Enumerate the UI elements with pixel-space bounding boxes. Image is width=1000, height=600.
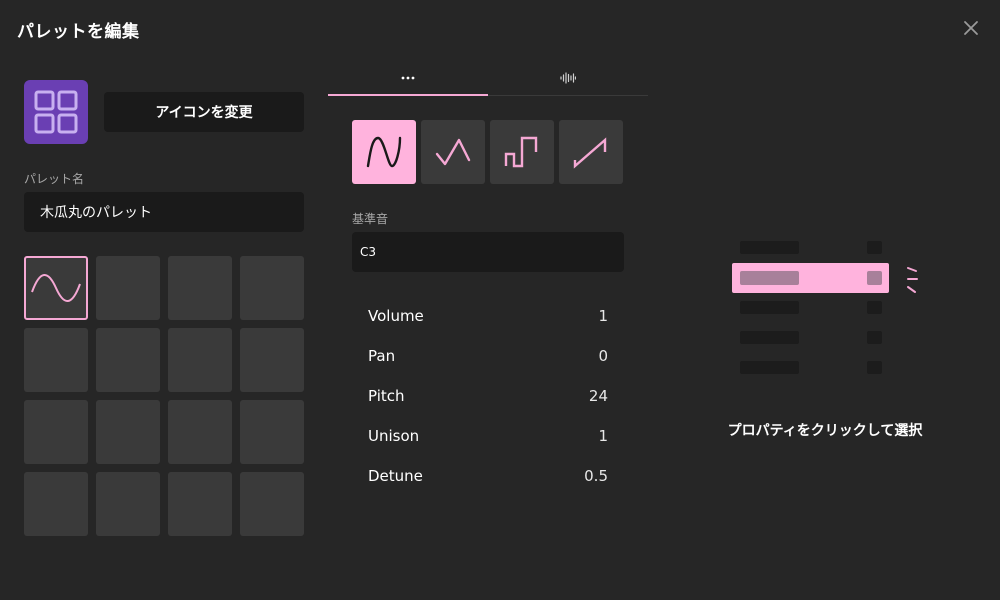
slot-item[interactable] [24,328,88,392]
palette-name-input[interactable]: 木瓜丸のパレット [24,192,304,232]
property-name: Volume [368,307,424,325]
property-name: Detune [368,467,423,485]
slot-item[interactable] [168,472,232,536]
dialog-title: パレットを編集 [17,22,140,42]
sawtooth-wave-button[interactable] [559,120,623,184]
property-name: Pitch [368,387,405,405]
triangle-wave-icon [435,138,471,166]
property-row-pitch[interactable]: Pitch 24 [352,376,624,416]
change-icon-button[interactable]: アイコンを変更 [104,92,304,132]
slot-item[interactable] [168,400,232,464]
property-value: 1 [598,427,608,445]
tab-properties[interactable] [328,60,488,96]
select-property-hint: プロパティをクリックして選択 [727,423,923,439]
property-row-unison[interactable]: Unison 1 [352,416,624,456]
property-name: Pan [368,347,396,365]
waveform-icon [560,71,576,84]
sine-wave-button[interactable] [352,120,416,184]
property-list: Volume 1 Pan 0 Pitch 24 Unison 1 Detune … [352,296,624,496]
property-row-volume[interactable]: Volume 1 [352,296,624,336]
square-wave-button[interactable] [490,120,554,184]
slot-item[interactable] [168,256,232,320]
slot-item-active[interactable] [24,256,88,320]
slot-item[interactable] [96,400,160,464]
square-wave-icon [504,136,538,168]
sine-wave-icon [366,136,402,168]
slot-item[interactable] [240,472,304,536]
waveform-selector [352,120,623,184]
slot-item[interactable] [168,328,232,392]
tab-bar [328,60,648,96]
palette-name-label: パレット名 [24,172,85,186]
grid-icon [34,90,78,134]
sine-wave-icon [31,274,81,302]
select-property-illustration [732,241,918,374]
slot-grid [24,256,304,536]
property-value: 0 [598,347,608,365]
more-dots-icon [401,76,415,79]
property-value: 0.5 [584,467,608,485]
slot-item[interactable] [96,256,160,320]
slot-item[interactable] [240,400,304,464]
palette-icon-tile[interactable] [24,80,88,144]
property-row-detune[interactable]: Detune 0.5 [352,456,624,496]
base-pitch-input[interactable]: C3 [352,232,624,272]
slot-item[interactable] [96,328,160,392]
slot-item[interactable] [240,328,304,392]
close-icon[interactable] [960,17,982,39]
property-name: Unison [368,427,420,445]
property-value: 24 [588,387,608,405]
property-value: 1 [598,307,608,325]
property-row-pan[interactable]: Pan 0 [352,336,624,376]
slot-item[interactable] [240,256,304,320]
slot-item[interactable] [24,472,88,536]
triangle-wave-button[interactable] [421,120,485,184]
tab-waveform[interactable] [488,60,648,95]
sawtooth-wave-icon [573,137,607,169]
slot-item[interactable] [96,472,160,536]
edit-palette-dialog: パレットを編集 アイコンを変更 パレット名 木瓜丸のパレット 基準音 C3 Vo… [0,0,1000,600]
slot-item[interactable] [24,400,88,464]
base-pitch-label: 基準音 [352,212,389,226]
